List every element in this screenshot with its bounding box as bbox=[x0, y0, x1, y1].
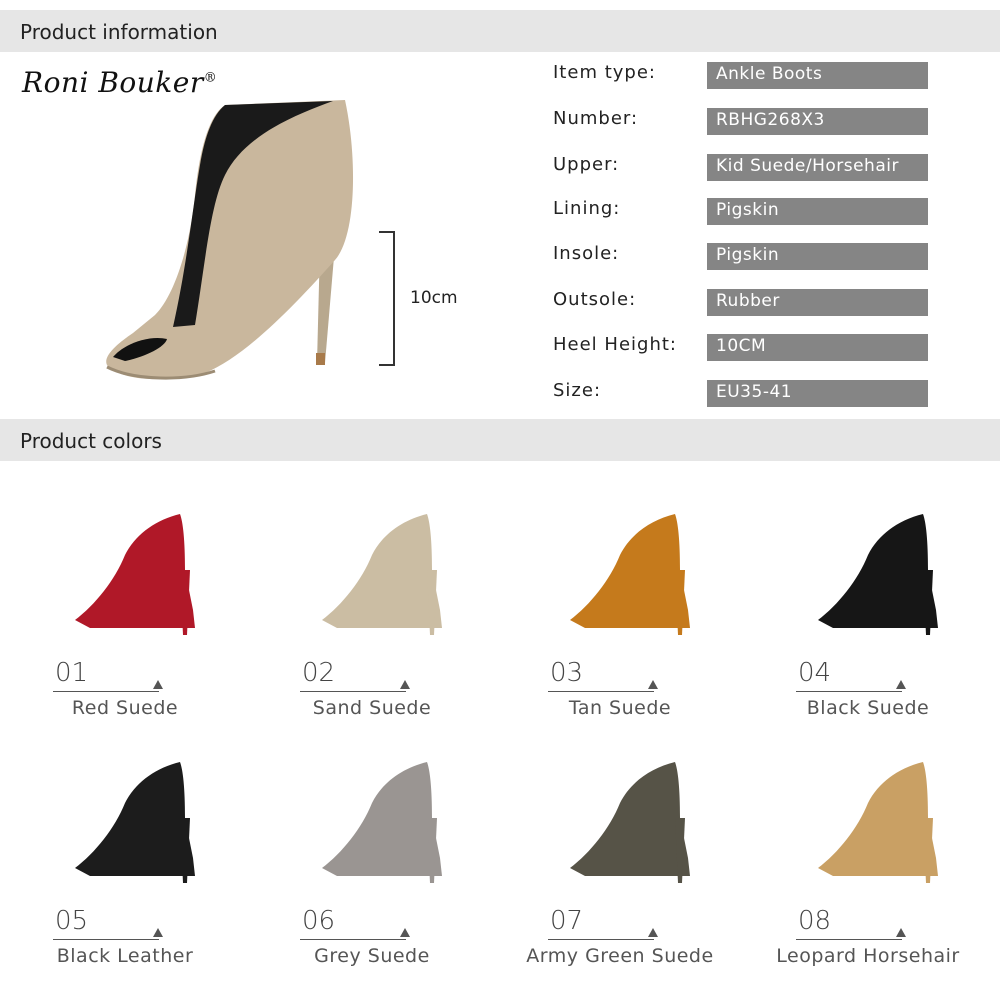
boot-image bbox=[570, 762, 690, 883]
heel-height-bracket bbox=[379, 231, 395, 366]
triangle-icon bbox=[896, 680, 906, 689]
boot-image bbox=[322, 514, 442, 635]
spec-label: Item type: bbox=[553, 62, 656, 83]
spec-upper: Upper: Kid Suede/Horsehair bbox=[553, 154, 933, 182]
color-divider bbox=[53, 939, 159, 940]
color-option[interactable]: 05 Black Leather bbox=[25, 758, 225, 988]
color-number: 05 bbox=[55, 906, 89, 936]
spec-outsole: Outsole: Rubber bbox=[553, 289, 933, 317]
boot-image bbox=[818, 514, 938, 635]
boot-image bbox=[322, 762, 442, 883]
color-option[interactable]: 04 Black Suede bbox=[768, 510, 968, 740]
spec-heel-height: Heel Height: 10CM bbox=[553, 334, 933, 362]
color-name: Leopard Horsehair bbox=[776, 945, 960, 967]
spec-value: Pigskin bbox=[707, 198, 928, 225]
spec-label: Lining: bbox=[553, 198, 621, 219]
boot-image bbox=[570, 514, 690, 635]
spec-value: RBHG268X3 bbox=[707, 108, 928, 135]
heel-height-label: 10cm bbox=[410, 288, 458, 308]
color-option[interactable]: 08 Leopard Horsehair bbox=[768, 758, 968, 988]
color-number: 06 bbox=[302, 906, 336, 936]
section-title: Product information bbox=[20, 20, 218, 44]
spec-label: Heel Height: bbox=[553, 334, 677, 355]
color-option[interactable]: 03 Tan Suede bbox=[520, 510, 720, 740]
color-name: Black Suede bbox=[806, 697, 930, 719]
color-number: 08 bbox=[798, 906, 832, 936]
color-divider bbox=[300, 939, 406, 940]
spec-insole: Insole: Pigskin bbox=[553, 243, 933, 271]
color-divider bbox=[796, 939, 902, 940]
product-colors-header: Product colors bbox=[0, 419, 1000, 461]
spec-value: Pigskin bbox=[707, 243, 928, 270]
color-divider bbox=[548, 691, 654, 692]
color-name: Army Green Suede bbox=[526, 945, 714, 967]
color-number: 04 bbox=[798, 658, 832, 688]
color-divider bbox=[796, 691, 902, 692]
color-option[interactable]: 06 Grey Suede bbox=[272, 758, 472, 988]
spec-value: Ankle Boots bbox=[707, 62, 928, 89]
spec-value: EU35-41 bbox=[707, 380, 928, 407]
triangle-icon bbox=[400, 680, 410, 689]
boot-image bbox=[75, 514, 195, 635]
spec-size: Size: EU35-41 bbox=[553, 380, 933, 408]
color-name: Tan Suede bbox=[568, 697, 672, 719]
color-number: 02 bbox=[302, 658, 336, 688]
spec-number: Number: RBHG268X3 bbox=[553, 108, 933, 136]
triangle-icon bbox=[153, 680, 163, 689]
section-title: Product colors bbox=[20, 429, 162, 453]
triangle-icon bbox=[896, 928, 906, 937]
spec-value: Rubber bbox=[707, 289, 928, 316]
color-divider bbox=[300, 691, 406, 692]
color-number: 07 bbox=[550, 906, 584, 936]
spec-label: Size: bbox=[553, 380, 602, 401]
color-name: Sand Suede bbox=[312, 697, 432, 719]
color-divider bbox=[53, 691, 159, 692]
spec-item-type: Item type: Ankle Boots bbox=[553, 62, 933, 90]
spec-lining: Lining: Pigskin bbox=[553, 198, 933, 226]
color-name: Black Leather bbox=[56, 945, 194, 967]
color-name: Grey Suede bbox=[314, 945, 430, 967]
spec-label: Number: bbox=[553, 108, 639, 129]
color-divider bbox=[548, 939, 654, 940]
color-number: 01 bbox=[55, 658, 89, 688]
spec-value: 10CM bbox=[707, 334, 928, 361]
triangle-icon bbox=[648, 928, 658, 937]
spec-label: Outsole: bbox=[553, 289, 637, 310]
spec-label: Insole: bbox=[553, 243, 620, 264]
triangle-icon bbox=[153, 928, 163, 937]
color-option[interactable]: 02 Sand Suede bbox=[272, 510, 472, 740]
triangle-icon bbox=[648, 680, 658, 689]
spec-label: Upper: bbox=[553, 154, 620, 175]
spec-value: Kid Suede/Horsehair bbox=[707, 154, 928, 181]
triangle-icon bbox=[400, 928, 410, 937]
product-hero-image bbox=[106, 100, 354, 380]
color-option[interactable]: 07 Army Green Suede bbox=[520, 758, 720, 988]
boot-image bbox=[75, 762, 195, 883]
color-option[interactable]: 01 Red Suede bbox=[25, 510, 225, 740]
boot-image bbox=[818, 762, 938, 883]
color-number: 03 bbox=[550, 658, 584, 688]
product-information-header: Product information bbox=[0, 10, 1000, 52]
color-name: Red Suede bbox=[71, 697, 179, 719]
